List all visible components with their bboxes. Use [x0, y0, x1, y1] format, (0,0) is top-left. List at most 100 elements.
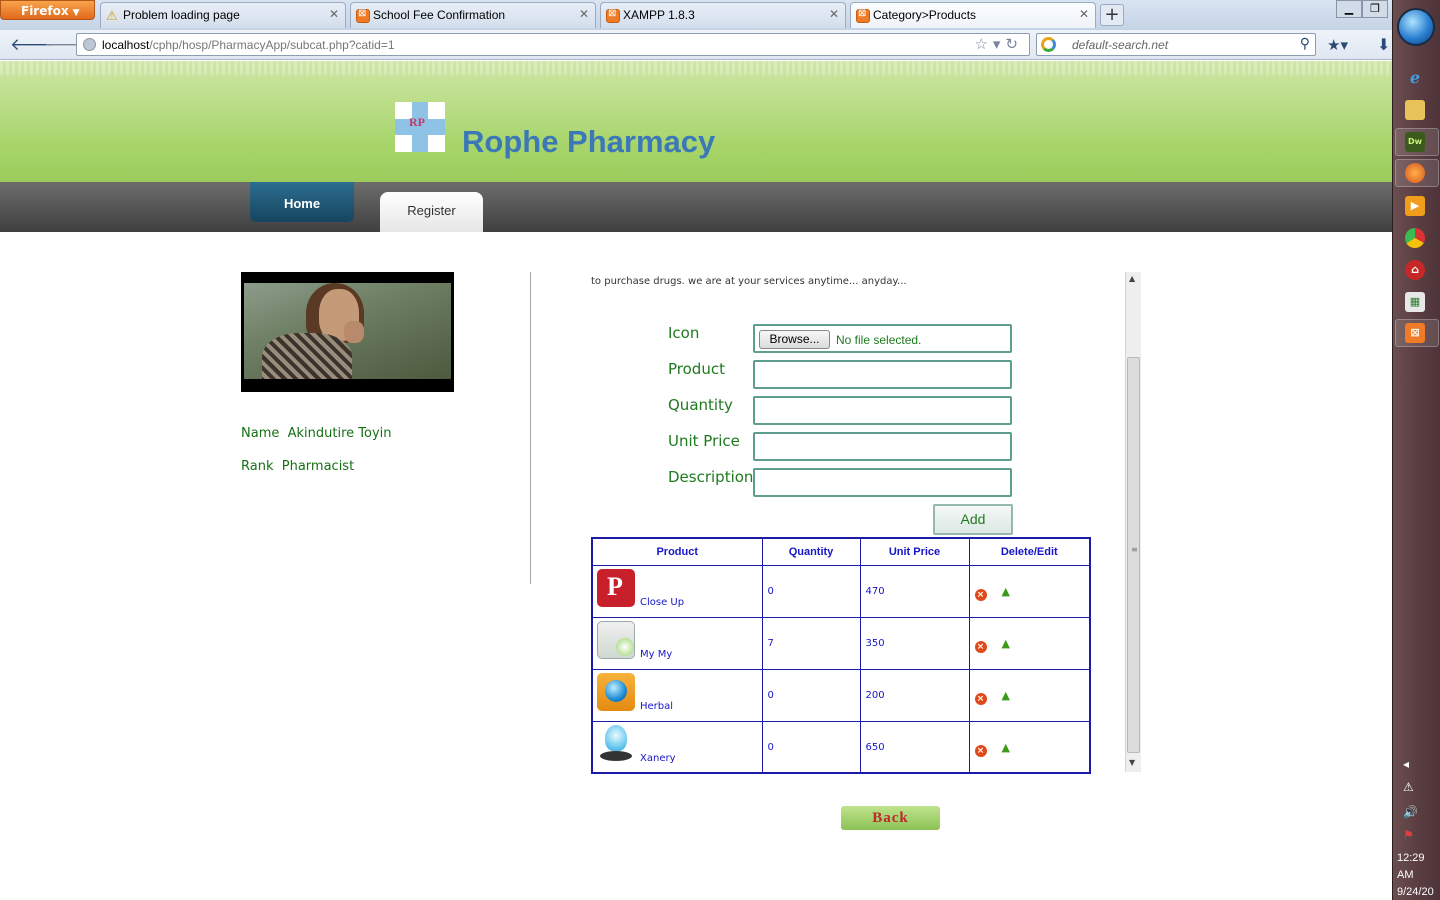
- dreamweaver-icon[interactable]: Dw: [1405, 132, 1425, 152]
- header-product: Product: [591, 537, 763, 566]
- menu-register[interactable]: Register: [380, 192, 483, 232]
- network-warning-icon[interactable]: ⚠: [1403, 780, 1414, 794]
- chrome-icon[interactable]: [1405, 228, 1425, 248]
- edit-icon[interactable]: ▲: [1002, 689, 1010, 702]
- description-field[interactable]: [753, 468, 1012, 497]
- firefox-icon[interactable]: [1405, 163, 1425, 183]
- action-center-icon[interactable]: ⚑: [1403, 828, 1414, 842]
- back-button[interactable]: Back: [841, 806, 940, 830]
- browser-navigation-bar: 🡐 🡒 localhost/cphp/hosp/PharmacyApp/subc…: [0, 30, 1392, 60]
- scroll-thumb[interactable]: ≡: [1127, 357, 1140, 753]
- quantity-cell: 0: [761, 564, 861, 618]
- no-file-text: No file selected.: [836, 333, 922, 347]
- xampp-icon: [356, 8, 370, 23]
- product-cell: Xanery: [591, 720, 763, 774]
- media-player-icon[interactable]: ▶: [1405, 196, 1425, 216]
- quantity-field[interactable]: [753, 396, 1012, 425]
- edit-icon[interactable]: ▲: [1002, 637, 1010, 650]
- acrobat-icon[interactable]: ⌂: [1405, 260, 1425, 280]
- tab-problem-loading[interactable]: ⚠ Problem loading page ✕: [100, 2, 346, 28]
- maximize-button[interactable]: ❐: [1362, 0, 1388, 18]
- browse-button[interactable]: Browse...: [759, 330, 830, 349]
- tab-label: XAMPP 1.8.3: [623, 8, 695, 22]
- close-icon[interactable]: ✕: [829, 7, 839, 21]
- system-clock[interactable]: 12:29 AM 9/24/20: [1397, 850, 1440, 900]
- pharmacy-logo: RP: [395, 102, 445, 152]
- close-icon[interactable]: ✕: [1079, 7, 1089, 21]
- delete-icon[interactable]: ×: [974, 640, 987, 653]
- product-name: Herbal: [640, 700, 674, 712]
- product-name: My My: [640, 648, 673, 660]
- unit-price-field[interactable]: [753, 432, 1012, 461]
- product-label: Product: [668, 360, 725, 378]
- header-unit-price: Unit Price: [859, 537, 970, 566]
- search-icon[interactable]: ⚲: [1300, 35, 1310, 52]
- url-bar[interactable]: localhost/cphp/hosp/PharmacyApp/subcat.p…: [76, 33, 1030, 56]
- close-icon[interactable]: ✕: [329, 7, 339, 21]
- volume-icon[interactable]: 🔊: [1403, 805, 1418, 819]
- menu-home[interactable]: Home: [250, 182, 354, 222]
- delete-icon[interactable]: ×: [974, 744, 987, 757]
- edit-icon[interactable]: ▲: [1002, 585, 1010, 598]
- search-engine-icon[interactable]: [1041, 37, 1056, 52]
- url-path: /cphp/hosp/PharmacyApp/subcat.php?catid=…: [149, 38, 395, 52]
- url-host: localhost: [102, 38, 150, 52]
- minimize-button[interactable]: ▁: [1336, 0, 1362, 18]
- search-bar[interactable]: default-search.net ⚲: [1036, 33, 1316, 56]
- profile-video[interactable]: [241, 272, 454, 392]
- edit-icon[interactable]: ▲: [1002, 741, 1010, 754]
- panel-scrollbar[interactable]: ▲ ≡ ▼: [1125, 272, 1141, 772]
- product-panel: to purchase drugs. we are at your servic…: [581, 272, 1141, 774]
- tab-label: Category>Products: [873, 8, 977, 22]
- firefox-menu-label: Firefox: [21, 4, 69, 18]
- delete-icon[interactable]: ×: [974, 692, 987, 705]
- delete-icon[interactable]: ×: [974, 588, 987, 601]
- name-value: Akindutire Toyin: [287, 426, 392, 441]
- icon-file-input[interactable]: Browse... No file selected.: [753, 324, 1012, 353]
- quantity-cell: 7: [761, 616, 861, 670]
- description-label: Description: [668, 468, 754, 486]
- web-page: RP Rophe Pharmacy Home Register Name Aki…: [0, 61, 1392, 900]
- intro-text: to purchase drugs. we are at your servic…: [591, 276, 907, 287]
- clock-time: 12:29 AM: [1397, 852, 1425, 881]
- rank-value: Pharmacist: [281, 459, 355, 474]
- new-tab-button[interactable]: +: [1100, 4, 1124, 26]
- header-quantity: Quantity: [761, 537, 861, 566]
- show-hidden-icons-arrow[interactable]: ◂: [1403, 757, 1409, 771]
- icon-label: Icon: [668, 324, 700, 342]
- internet-explorer-icon[interactable]: ℯ: [1405, 68, 1425, 88]
- bookmarks-icon[interactable]: ★▾: [1327, 36, 1348, 54]
- firefox-menu-button[interactable]: Firefox ▼: [0, 0, 95, 20]
- start-button[interactable]: [1397, 8, 1435, 46]
- spreadsheet-icon[interactable]: ▦: [1405, 292, 1425, 312]
- product-field[interactable]: [753, 360, 1012, 389]
- product-name: Close Up: [640, 596, 685, 608]
- main-menu: Home Register: [0, 182, 1392, 232]
- star-reload-icons[interactable]: ☆▾↻: [974, 35, 1023, 53]
- scroll-down-arrow-icon[interactable]: ▼: [1129, 758, 1135, 767]
- tab-category-products[interactable]: Category>Products ✕: [850, 2, 1096, 28]
- scroll-up-arrow-icon[interactable]: ▲: [1129, 274, 1135, 283]
- close-icon[interactable]: ✕: [579, 7, 589, 21]
- product-cell: Close Up: [591, 564, 763, 618]
- xampp-icon: [606, 8, 620, 23]
- site-identity-icon[interactable]: [83, 38, 96, 51]
- video-frame: [244, 283, 451, 379]
- xampp-icon[interactable]: ⊠: [1405, 323, 1425, 343]
- globe-icon: [597, 672, 635, 711]
- tab-label: Problem loading page: [123, 8, 240, 22]
- table-row: Close Up 0 470 × ▲: [591, 564, 1091, 618]
- tab-school-fee[interactable]: School Fee Confirmation ✕: [350, 2, 596, 28]
- action-cell: × ▲: [968, 616, 1091, 670]
- download-icon[interactable]: ⬇: [1377, 35, 1390, 54]
- product-cell: Herbal: [591, 668, 763, 722]
- table-row: My My 7 350 × ▲: [591, 616, 1091, 670]
- folder-icon[interactable]: [1405, 100, 1425, 120]
- action-cell: × ▲: [968, 668, 1091, 722]
- unit-price-label: Unit Price: [668, 432, 740, 450]
- tab-xampp[interactable]: XAMPP 1.8.3 ✕: [600, 2, 846, 28]
- add-button[interactable]: Add: [933, 504, 1013, 535]
- lamp-icon: [597, 724, 635, 763]
- tab-label: School Fee Confirmation: [373, 8, 506, 22]
- column-divider: [530, 272, 531, 584]
